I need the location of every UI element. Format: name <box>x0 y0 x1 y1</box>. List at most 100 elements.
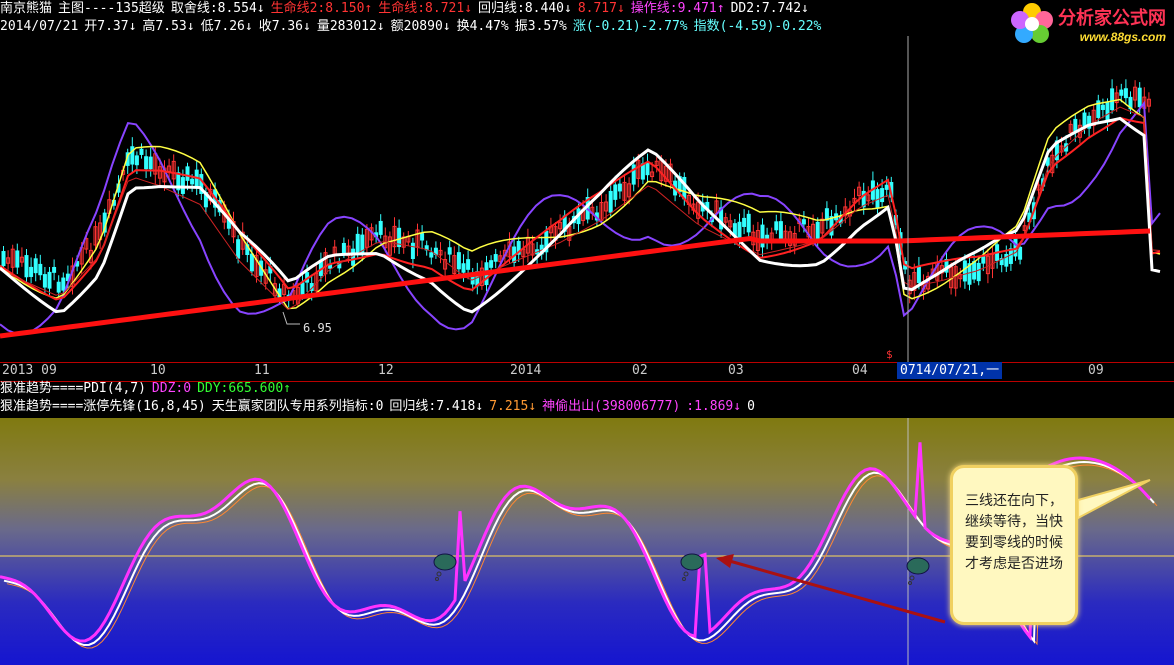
candle-body <box>378 220 383 235</box>
time-label: 03 <box>728 363 744 378</box>
callout-text: 三线还在向下，继续等待，当快要到零线的时候才考虑是否进场 <box>965 492 1063 571</box>
header-field: DD2:7.742↓ <box>730 1 809 16</box>
bubble-icon <box>433 553 457 581</box>
candle-body <box>1123 88 1128 99</box>
header-field: 开7.37↓ <box>84 19 137 34</box>
candle-body <box>341 242 346 254</box>
candle-body <box>61 277 66 291</box>
cursor-date-label: 0714/07/21,一 <box>897 362 1003 379</box>
candle-body <box>1110 88 1115 111</box>
time-label: 09 <box>1088 363 1104 378</box>
candle-body <box>778 221 783 239</box>
candle-body <box>489 260 494 268</box>
header-field: DDZ:0 <box>151 381 192 396</box>
time-label: 11 <box>254 363 270 378</box>
candle-body <box>447 247 452 255</box>
header-field: 回归线:7.418↓ <box>389 399 484 414</box>
logo-title: 分析家公式网 <box>1058 8 1166 28</box>
candle-body <box>236 239 241 259</box>
candle-body <box>249 253 254 272</box>
candle-body <box>617 183 622 192</box>
header-row-ohlc: 2014/07/21 开7.37↓ 高7.53↓ 低7.26↓ 收7.36↓ 量28301… <box>0 18 827 36</box>
white-ma-line <box>0 116 1161 314</box>
time-label: 04 <box>852 363 868 378</box>
candle-body <box>1 251 6 267</box>
header-field: 高7.53↓ <box>142 19 195 34</box>
candle-body <box>33 258 38 274</box>
header-field: 神偷出山(398006777) <box>542 399 681 414</box>
candle-body <box>1018 246 1023 260</box>
s-marker: $ <box>886 348 893 361</box>
candle-body <box>815 221 820 241</box>
candle-body <box>742 217 747 227</box>
candle-body <box>351 248 356 266</box>
callout-tail <box>1077 479 1151 520</box>
header-field: 振3.57% <box>514 19 567 34</box>
candle-body <box>875 189 880 208</box>
candle-body <box>355 233 360 253</box>
candle-body <box>139 148 144 155</box>
candle-body <box>180 177 185 194</box>
candle-body <box>52 266 57 273</box>
time-label: 2013 09 <box>2 363 57 378</box>
candle-body <box>981 256 986 264</box>
candle-body <box>972 261 977 280</box>
candle-body <box>410 242 415 259</box>
header-field: 额20890↓ <box>390 19 451 34</box>
candle-body <box>420 233 425 241</box>
candle-body <box>976 262 981 282</box>
header-field: 主图----135超级 <box>58 1 165 16</box>
header-field: 指数(-4.59)-0.22% <box>693 19 822 34</box>
candle-body <box>760 224 765 248</box>
candlesticks <box>1 79 1151 308</box>
candle-body <box>185 166 190 181</box>
candle-body <box>56 281 61 293</box>
candle-body <box>461 263 466 273</box>
header-field: 低7.26↓ <box>200 19 253 34</box>
indicator-row-main: 狠准趋势====涨停先锋(16,8,45) 天生赢家团队专用系列指标:0 回归线:7… <box>0 398 761 416</box>
candle-body <box>916 266 921 284</box>
candle-body <box>466 259 471 270</box>
low-price-label: 6.95 <box>303 321 332 335</box>
header-field: 生命线:8.721↓ <box>378 1 473 16</box>
candle-body <box>1105 102 1110 122</box>
header-field: 涨(-0.21)-2.77% <box>572 19 688 34</box>
candle-body <box>640 163 645 180</box>
header-field: :1.869↓ <box>686 399 742 414</box>
header-field: 回归线:8.440↓ <box>478 1 572 16</box>
candle-body <box>148 156 153 170</box>
candle-body <box>608 190 613 213</box>
header-field: 南京熊猫 <box>0 1 53 16</box>
kline-chart[interactable]: 6.95 $ <box>0 36 1174 362</box>
candle-body <box>1119 89 1124 96</box>
time-label: 2014 <box>510 363 542 378</box>
header-field: 收7.36↓ <box>258 19 311 34</box>
candle-body <box>190 178 195 185</box>
candle-body <box>29 266 34 277</box>
candle-body <box>47 271 52 289</box>
time-label: 10 <box>150 363 166 378</box>
candle-body <box>300 282 305 296</box>
candle-body <box>880 188 885 203</box>
candle-body <box>613 184 618 200</box>
header-field: 换4.47% <box>456 19 509 34</box>
indicator-row-pdi: 狠准趋势====PDI(4,7) DDZ:0 DDY:665.600↑ <box>0 380 297 398</box>
header-field: 生命线2:8.150↑ <box>270 1 373 16</box>
header-field: DDY:665.600↑ <box>197 381 291 396</box>
candle-body <box>774 221 779 231</box>
candle-body <box>456 252 461 270</box>
candle-body <box>429 252 434 258</box>
candle-body <box>134 155 139 166</box>
candle-body <box>1137 87 1142 108</box>
candle-body <box>24 255 29 278</box>
header-field: 0 <box>747 399 755 414</box>
candle-body <box>144 156 149 170</box>
bubble-icon <box>906 557 930 585</box>
candle-body <box>15 250 20 268</box>
candle-body <box>1008 248 1013 264</box>
header-field: 7.215↓ <box>489 399 537 414</box>
header-field: 2014/07/21 <box>0 19 79 34</box>
candle-body <box>645 162 650 176</box>
candle-body <box>1082 112 1087 127</box>
candle-body <box>38 263 43 276</box>
